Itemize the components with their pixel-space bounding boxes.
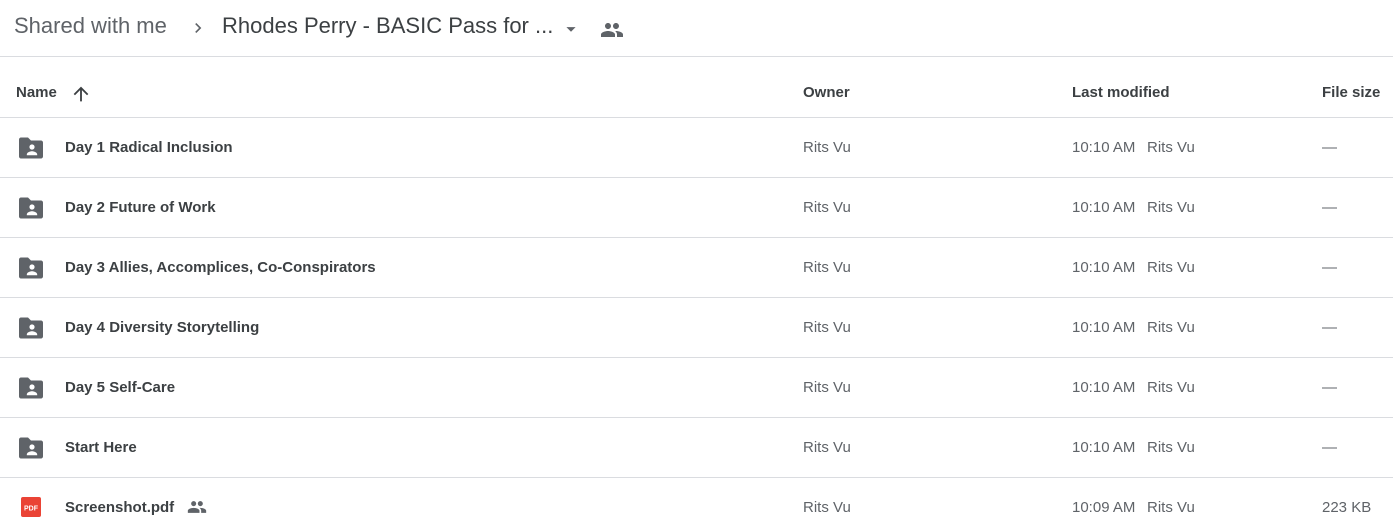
file-modified-by: Rits Vu [1147, 199, 1195, 216]
breadcrumb: Shared with me Rhodes Perry - BASIC Pass… [0, 0, 1393, 57]
file-owner: Rits Vu [803, 319, 851, 336]
column-header-last-modified[interactable]: Last modified [1072, 84, 1170, 101]
file-owner: Rits Vu [803, 379, 851, 396]
file-modified-by: Rits Vu [1147, 139, 1195, 156]
file-modified-by: Rits Vu [1147, 379, 1195, 396]
file-row[interactable]: Day 2 Future of Work Rits Vu 10:10 AM Ri… [0, 178, 1393, 238]
shared-folder-icon [19, 317, 43, 339]
file-modified-time: 10:10 AM [1072, 259, 1136, 276]
file-owner: Rits Vu [803, 499, 851, 516]
file-size: — [1322, 319, 1337, 336]
file-owner: Rits Vu [803, 439, 851, 456]
file-size: — [1322, 379, 1337, 396]
file-name: Day 3 Allies, Accomplices, Co-Conspirato… [65, 259, 376, 276]
file-modified-time: 10:10 AM [1072, 199, 1136, 216]
file-owner: Rits Vu [803, 139, 851, 156]
shared-folder-icon [19, 197, 43, 219]
file-owner: Rits Vu [803, 259, 851, 276]
file-name: Day 4 Diversity Storytelling [65, 319, 260, 336]
file-modified-by: Rits Vu [1147, 439, 1195, 456]
file-modified-time: 10:10 AM [1072, 139, 1136, 156]
file-modified-by: Rits Vu [1147, 319, 1195, 336]
shared-folder-icon [19, 137, 43, 159]
file-row[interactable]: Day 3 Allies, Accomplices, Co-Conspirato… [0, 238, 1393, 298]
file-modified-time: 10:10 AM [1072, 319, 1136, 336]
shared-people-icon[interactable] [600, 18, 624, 42]
file-size: — [1322, 139, 1337, 156]
file-name: Screenshot.pdf [65, 499, 175, 516]
file-size: 223 KB [1322, 499, 1372, 516]
arrow-up-icon[interactable] [70, 83, 92, 105]
shared-folder-icon [19, 437, 43, 459]
column-header-file-size: File size [1322, 84, 1381, 101]
column-header-name[interactable]: Name [16, 84, 57, 101]
dropdown-arrow-icon[interactable] [560, 18, 582, 40]
shared-people-icon [187, 501, 207, 513]
file-size: — [1322, 439, 1337, 456]
file-name: Start Here [65, 439, 137, 456]
file-modified-by: Rits Vu [1147, 499, 1195, 516]
file-row[interactable]: Day 5 Self-Care Rits Vu 10:10 AM Rits Vu… [0, 358, 1393, 418]
file-owner: Rits Vu [803, 199, 851, 216]
file-size: — [1322, 259, 1337, 276]
file-size: — [1322, 199, 1337, 216]
breadcrumb-shared-with-me[interactable]: Shared with me [14, 13, 167, 39]
shared-folder-icon [19, 257, 43, 279]
file-name: Day 2 Future of Work [65, 199, 216, 216]
svg-text:PDF: PDF [24, 506, 39, 513]
file-modified-by: Rits Vu [1147, 259, 1195, 276]
pdf-icon: PDF [21, 497, 41, 517]
file-row[interactable]: PDF Screenshot.pdf Rits Vu 10:09 AM Rits… [0, 478, 1393, 530]
file-modified-time: 10:09 AM [1072, 499, 1136, 516]
breadcrumb-current-folder[interactable]: Rhodes Perry - BASIC Pass for ... [222, 13, 553, 39]
file-name: Day 1 Radical Inclusion [65, 139, 233, 156]
file-row[interactable]: Day 1 Radical Inclusion Rits Vu 10:10 AM… [0, 118, 1393, 178]
chevron-right-icon [195, 23, 202, 33]
file-row[interactable]: Start Here Rits Vu 10:10 AM Rits Vu — [0, 418, 1393, 478]
column-header-owner: Owner [803, 84, 850, 101]
column-header-row: Name Owner Last modified File size [0, 57, 1393, 118]
file-modified-time: 10:10 AM [1072, 439, 1136, 456]
file-modified-time: 10:10 AM [1072, 379, 1136, 396]
shared-folder-icon [19, 377, 43, 399]
file-name: Day 5 Self-Care [65, 379, 176, 396]
file-row[interactable]: Day 4 Diversity Storytelling Rits Vu 10:… [0, 298, 1393, 358]
